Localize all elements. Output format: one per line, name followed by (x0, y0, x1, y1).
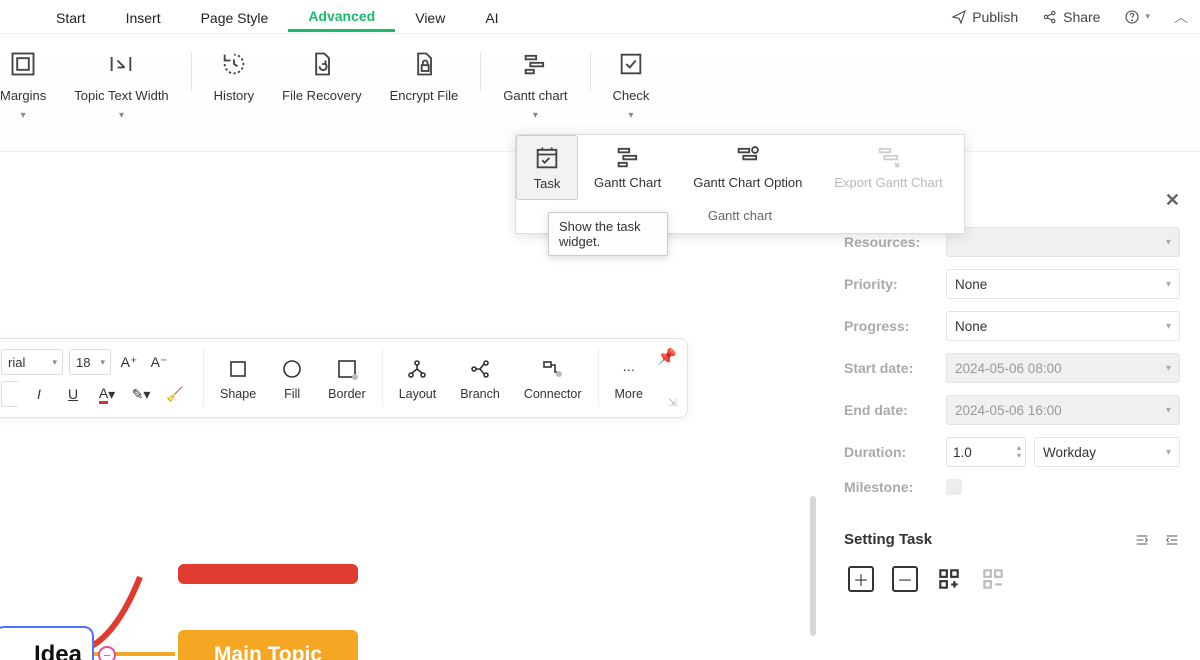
topic-text-width-button[interactable]: Topic Text Width▾ (60, 46, 182, 107)
italic-button[interactable]: I (25, 381, 53, 407)
grid-add-icon[interactable] (936, 566, 962, 592)
start-date-label: Start date: (844, 360, 946, 376)
task-panel: Task Information ✕ Resources: Priority: … (824, 186, 1200, 596)
progress-select[interactable]: None (946, 311, 1180, 341)
highlight-button[interactable]: ✎▾ (127, 381, 155, 407)
connector-icon (541, 355, 565, 383)
border-button[interactable]: Border (316, 339, 378, 417)
gantt-chart-item[interactable]: Gantt Chart (578, 135, 677, 200)
grid-remove-icon[interactable] (980, 566, 1006, 592)
task-icon (533, 146, 561, 170)
menu-tabs: Start Insert Page Style Advanced View AI… (0, 0, 1200, 34)
gantt-option-icon (734, 145, 762, 169)
encrypt-file-button[interactable]: Encrypt File (376, 46, 473, 107)
tab-advanced[interactable]: Advanced (288, 1, 395, 32)
expand-button[interactable]: ＋ (848, 566, 874, 592)
shape-icon (226, 355, 250, 383)
fill-button[interactable]: Fill (268, 339, 316, 417)
font-size-select[interactable]: 18 (69, 349, 111, 375)
outdent-icon[interactable] (1164, 532, 1180, 548)
tab-ai[interactable]: AI (465, 3, 518, 31)
milestone-label: Milestone: (844, 479, 946, 495)
setting-task-title: Setting Task (844, 531, 932, 548)
text-width-icon (107, 50, 135, 78)
tab-page-style[interactable]: Page Style (181, 3, 289, 31)
file-recovery-button[interactable]: File Recovery (268, 46, 375, 107)
layout-button[interactable]: Layout (387, 339, 449, 417)
encrypt-file-icon (410, 50, 438, 78)
resources-select[interactable] (946, 227, 1180, 257)
branch-icon (468, 355, 492, 383)
help-icon (1124, 9, 1140, 25)
decrease-font-button[interactable]: A⁻ (147, 349, 171, 375)
check-icon (617, 50, 645, 78)
gantt-chart-button[interactable]: Gantt chart▾ (489, 46, 581, 107)
connector-button[interactable]: Connector (512, 339, 594, 417)
help-button[interactable]: ▾ (1112, 9, 1162, 25)
more-button[interactable]: ⋯More (603, 339, 655, 417)
history-icon (220, 50, 248, 78)
tab-view[interactable]: View (395, 3, 465, 31)
border-icon (335, 355, 359, 383)
file-recovery-icon (308, 50, 336, 78)
fill-icon (280, 355, 304, 383)
priority-label: Priority: (844, 276, 946, 292)
duration-unit-select[interactable]: Workday (1034, 437, 1180, 467)
progress-label: Progress: (844, 318, 946, 334)
more-icon: ⋯ (623, 355, 636, 383)
gantt-option-item[interactable]: Gantt Chart Option (677, 135, 818, 200)
share-icon (1042, 9, 1058, 25)
font-color-button[interactable] (1, 381, 19, 407)
clear-format-button[interactable]: 🧹 (161, 381, 189, 407)
publish-icon (951, 9, 967, 25)
gantt-export-item: Export Gantt Chart (818, 135, 958, 200)
gantt-chart-icon (614, 145, 642, 169)
indent-icon[interactable] (1134, 532, 1150, 548)
resources-label: Resources: (844, 234, 946, 250)
margins-icon (9, 50, 37, 78)
expand-arrow-icon[interactable]: ⇲ (668, 396, 677, 409)
close-icon[interactable]: ✕ (1165, 190, 1180, 211)
duration-label: Duration: (844, 444, 946, 460)
collapse-ribbon-button[interactable]: ︿ (1162, 7, 1200, 27)
export-icon (875, 145, 903, 169)
increase-font-button[interactable]: A⁺ (117, 349, 141, 375)
milestone-checkbox[interactable] (946, 479, 962, 495)
collapse-button[interactable]: － (892, 566, 918, 592)
duration-input[interactable]: 1.0▴▾ (946, 437, 1026, 467)
shape-button[interactable]: Shape (208, 339, 268, 417)
end-date-field[interactable]: 2024-05-06 16:00 (946, 395, 1180, 425)
underline-button[interactable]: U (59, 381, 87, 407)
font-family-select[interactable]: rial (1, 349, 63, 375)
format-toolbar: rial 18 A⁺ A⁻ I U A▾ ✎▾ 🧹 Shape Fill Bor… (0, 338, 688, 418)
tab-insert[interactable]: Insert (106, 3, 181, 31)
tab-start[interactable]: Start (36, 3, 106, 31)
topic-node-orange[interactable]: Main Topic (178, 630, 358, 660)
margins-button[interactable]: Margins▾ (0, 46, 60, 107)
end-date-label: End date: (844, 402, 946, 418)
spin-down-icon[interactable]: ▾ (1017, 452, 1021, 460)
task-tooltip: Show the task widget. (548, 212, 668, 256)
branch-button[interactable]: Branch (448, 339, 512, 417)
text-color-button[interactable]: A▾ (93, 381, 121, 407)
pin-icon[interactable]: 📌 (657, 347, 677, 367)
history-button[interactable]: History (200, 46, 268, 107)
collapse-node-icon[interactable]: − (98, 646, 116, 660)
gantt-icon (521, 50, 549, 78)
start-date-field[interactable]: 2024-05-06 08:00 (946, 353, 1180, 383)
root-node[interactable]: Idea (0, 626, 94, 660)
scrollbar[interactable] (810, 496, 816, 636)
publish-button[interactable]: Publish (939, 9, 1030, 25)
gantt-task-item[interactable]: Task (516, 135, 578, 200)
check-button[interactable]: Check▾ (599, 46, 664, 107)
priority-select[interactable]: None (946, 269, 1180, 299)
topic-node-red[interactable] (178, 564, 358, 584)
mindmap-connectors (0, 402, 400, 660)
layout-icon (405, 355, 429, 383)
share-button[interactable]: Share (1030, 9, 1112, 25)
